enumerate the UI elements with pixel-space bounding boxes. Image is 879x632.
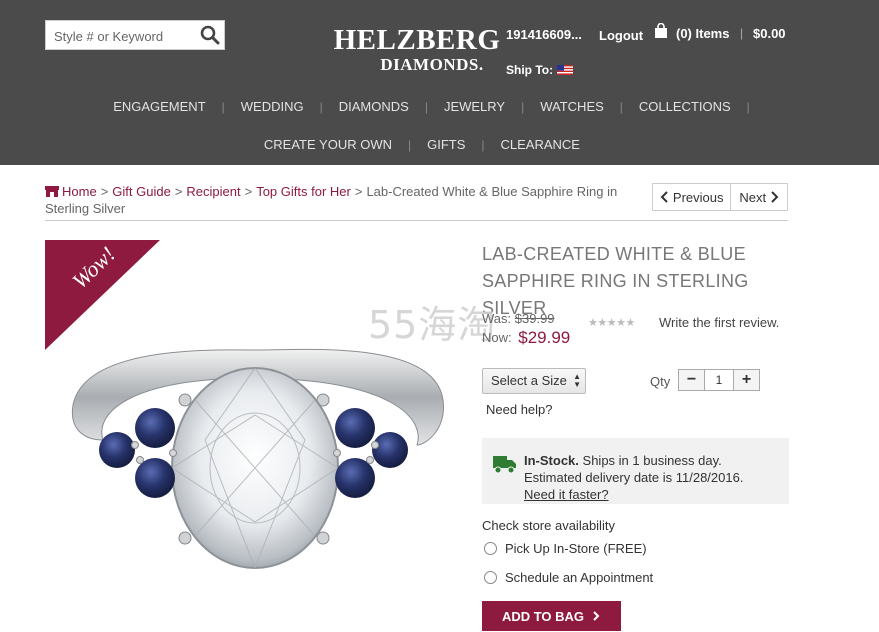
next-button[interactable]: Next — [731, 184, 787, 210]
quantity-stepper: − 1 + — [678, 369, 760, 391]
now-label: Now: — [482, 330, 512, 345]
appointment-radio[interactable] — [484, 571, 497, 584]
account-number[interactable]: 191416609... — [506, 27, 582, 42]
cart-divider: | — [740, 26, 744, 40]
nav-separator: | — [407, 137, 412, 152]
was-price-row: Was: $39.99 — [482, 311, 555, 326]
pickup-radio[interactable] — [484, 542, 497, 555]
shopping-bag-icon[interactable] — [654, 23, 668, 39]
stock-status: In-Stock. — [524, 453, 579, 468]
nav-item-collections[interactable]: COLLECTIONS — [639, 99, 731, 114]
appointment-label: Schedule an Appointment — [505, 570, 654, 585]
qty-plus-button[interactable]: + — [734, 370, 759, 390]
now-price-row: Now: $29.99 — [482, 328, 570, 348]
chevron-right-icon — [771, 191, 779, 203]
site-header: HELZBERG DIAMONDS. 191416609... Logout (… — [0, 0, 879, 165]
qty-label: Qty — [650, 374, 671, 389]
breadcrumb-gift-guide[interactable]: Gift Guide — [112, 184, 171, 199]
breadcrumb: Home > Gift Guide > Recipient > Top Gifts for … — [45, 183, 645, 217]
home-icon[interactable] — [45, 186, 59, 197]
watermark: 55海淘 — [368, 303, 497, 347]
nav-separator: | — [221, 99, 225, 114]
add-to-bag-button[interactable]: ADD TO BAG — [482, 601, 621, 631]
nav-item-diamonds[interactable]: DIAMONDS — [339, 99, 409, 114]
cart-total[interactable]: $0.00 — [753, 26, 786, 41]
nav-separator: | — [319, 99, 323, 114]
nav-item-watches[interactable]: WATCHES — [540, 99, 604, 114]
nav-item-engagement[interactable]: ENGAGEMENT — [113, 99, 205, 114]
breadcrumb-recipient[interactable]: Recipient — [186, 184, 240, 199]
size-select-label: Select a Size — [491, 373, 567, 388]
divider — [45, 220, 788, 221]
main-nav-row1: ENGAGEMENT | WEDDING | DIAMONDS | JEWELRY | WATC… — [0, 99, 879, 114]
nav-item-clearance[interactable]: CLEARANCE — [501, 137, 580, 152]
previous-button[interactable]: Previous — [653, 184, 732, 210]
ship-time: Ships in 1 business day. — [582, 453, 722, 468]
breadcrumb-home[interactable]: Home — [62, 184, 97, 199]
nav-item-wedding[interactable]: WEDDING — [241, 99, 304, 114]
next-label: Next — [739, 189, 767, 205]
was-price: $39.99 — [514, 311, 555, 326]
breadcrumb-separator: > — [174, 184, 183, 199]
store-availability-heading: Check store availability — [482, 518, 615, 533]
search-input[interactable] — [54, 27, 194, 45]
breadcrumb-top-gifts-for-her[interactable]: Top Gifts for Her — [256, 184, 351, 199]
nav-item-jewelry[interactable]: JEWELRY — [444, 99, 505, 114]
product-title: LAB-CREATED WHITE & BLUE SAPPHIRE RING I… — [482, 244, 749, 318]
add-to-bag-label: ADD TO BAG — [501, 608, 585, 624]
pickup-label: Pick Up In-Store (FREE) — [505, 541, 647, 556]
search-icon[interactable] — [200, 25, 220, 45]
updown-arrows-icon: ▲ ▼ — [573, 372, 581, 389]
chevron-left-icon — [660, 191, 668, 203]
ship-to-label[interactable]: Ship To: — [506, 63, 553, 77]
search-box — [45, 20, 225, 50]
breadcrumb-separator: > — [244, 184, 253, 199]
logo-line1: HELZBERG — [333, 24, 501, 56]
breadcrumb-separator: > — [354, 184, 363, 199]
write-review-link[interactable]: Write the first review. — [659, 315, 779, 330]
stock-status-box: In-Stock. Ships in 1 business day. Estim… — [482, 438, 789, 504]
stock-text: In-Stock. Ships in 1 business day. Estim… — [524, 452, 784, 503]
now-price: $29.99 — [518, 328, 571, 347]
us-flag-icon[interactable] — [557, 65, 573, 75]
qty-minus-button[interactable]: − — [679, 370, 704, 390]
delivery-truck-icon — [493, 456, 516, 474]
delivery-estimate: Estimated delivery date is 11/28/2016. — [524, 470, 744, 485]
nav-separator: | — [619, 99, 623, 114]
qty-input[interactable]: 1 — [704, 370, 734, 390]
nav-item-gifts[interactable]: GIFTS — [427, 137, 465, 152]
helzberg-logo[interactable]: HELZBERG DIAMONDS. — [328, 26, 506, 76]
need-it-faster-link[interactable]: Need it faster? — [524, 487, 609, 502]
nav-item-create-your-own[interactable]: CREATE YOUR OWN — [264, 137, 392, 152]
nav-separator: | — [521, 99, 525, 114]
pickup-option[interactable]: Pick Up In-Store (FREE) — [484, 541, 647, 556]
chevron-right-icon — [593, 611, 600, 621]
appointment-option[interactable]: Schedule an Appointment — [484, 570, 653, 585]
nav-separator: | — [746, 99, 750, 114]
need-help-link[interactable]: Need help? — [486, 402, 553, 417]
rating-stars: ★★★★★ — [588, 317, 635, 329]
main-nav-row2: CREATE YOUR OWN|GIFTS|CLEARANCE| — [0, 137, 879, 152]
previous-label: Previous — [672, 189, 724, 205]
cart-items[interactable]: (0) Items — [676, 26, 729, 41]
breadcrumb-separator: > — [100, 184, 109, 199]
size-select[interactable]: Select a Size ▲ ▼ — [482, 368, 586, 394]
logo-line2: DIAMONDS. — [380, 55, 484, 74]
product-pager: Previous Next — [652, 183, 788, 211]
logout-link[interactable]: Logout — [599, 28, 643, 43]
was-label: Was: — [482, 311, 512, 326]
nav-separator: | — [424, 99, 428, 114]
wow-badge: Wow! — [45, 240, 160, 350]
nav-separator: | — [481, 137, 485, 152]
